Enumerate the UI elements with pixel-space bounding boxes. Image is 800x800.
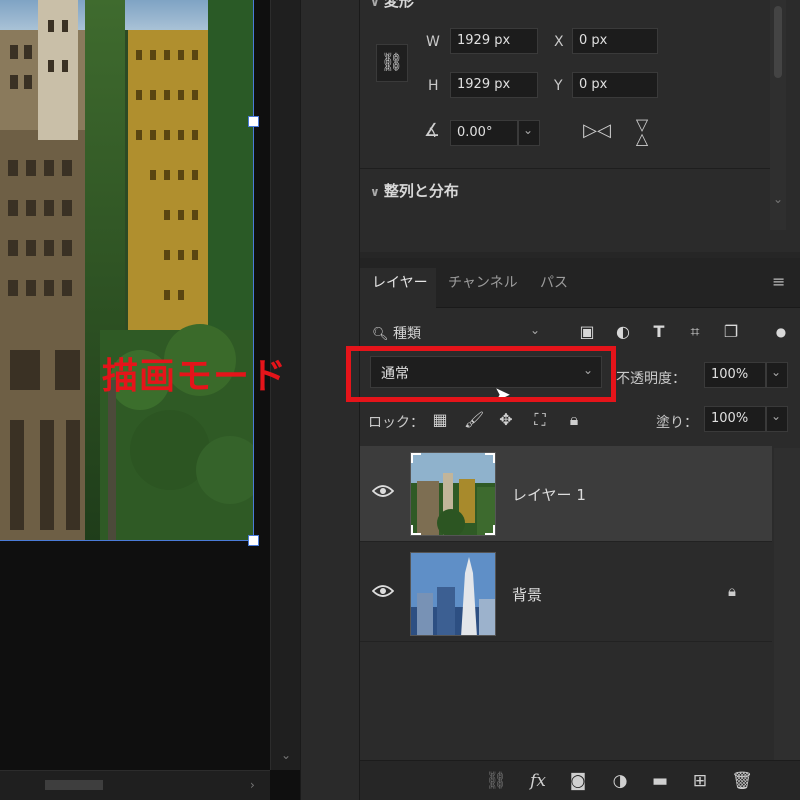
angle-icon: ∡	[423, 120, 441, 141]
layer-row[interactable]: 背景 🔒︎	[360, 546, 772, 642]
chevron-down-icon[interactable]: ⌄	[281, 748, 291, 762]
y-field[interactable]: 0 px	[572, 72, 658, 98]
document-image	[0, 0, 254, 540]
opacity-field[interactable]: 100%	[704, 362, 766, 388]
fill-dropdown[interactable]: ⌄	[766, 406, 788, 432]
lock-all-icon[interactable]: 🔒︎	[564, 410, 584, 430]
layer-name[interactable]: 背景	[512, 584, 542, 605]
trash-icon[interactable]: 🗑︎	[730, 769, 754, 793]
image-filter-icon[interactable]: ▣	[576, 321, 598, 343]
panel-menu-icon[interactable]: ≡	[772, 272, 785, 291]
link-layers-icon[interactable]: ⛓	[484, 769, 508, 793]
horizontal-scroll-thumb[interactable]	[45, 780, 103, 790]
layers-panel-tabs: レイヤー チャンネル パス ≡	[360, 258, 800, 308]
blend-mode-highlight-box	[346, 346, 616, 402]
selection-corner	[485, 453, 495, 463]
smart-object-filter-icon[interactable]: ❐	[720, 321, 742, 343]
type-filter-icon[interactable]: T	[648, 321, 670, 343]
transform-handle-right[interactable]	[248, 116, 259, 127]
filter-kind-label: 種類	[392, 326, 421, 342]
width-label: W	[426, 34, 440, 50]
tab-channels[interactable]: チャンネル	[440, 268, 530, 308]
opacity-dropdown[interactable]: ⌄	[766, 362, 788, 388]
link-icon[interactable]: ⛓	[376, 44, 408, 82]
search-icon: 🔍︎	[372, 327, 389, 342]
transform-handle-bottom-right[interactable]	[248, 535, 259, 546]
y-label: Y	[554, 78, 563, 94]
filter-kind-select[interactable]: 🔍︎ 種類 ⌄	[366, 319, 546, 347]
properties-scrollbar[interactable]: ⌄	[770, 0, 786, 230]
transform-section-title[interactable]: ∨ 変形	[370, 0, 414, 11]
eye-icon[interactable]	[372, 584, 394, 598]
lock-icon: 🔒︎	[728, 582, 736, 600]
x-label: X	[554, 34, 564, 50]
layer-name[interactable]: レイヤー 1	[512, 484, 586, 505]
chevron-down-icon: ∨	[370, 0, 384, 9]
height-label: H	[428, 78, 439, 94]
mask-icon[interactable]: ◙	[566, 769, 590, 793]
layer-row[interactable]: レイヤー 1	[360, 446, 772, 542]
align-section-title[interactable]: ∨ 整列と分布	[370, 180, 459, 201]
group-folder-icon[interactable]: ▬	[648, 769, 672, 793]
canvas-horizontal-scrollbar[interactable]: ›	[0, 770, 270, 800]
selection-corner	[411, 453, 421, 463]
lock-artboard-icon[interactable]: ⛶	[530, 410, 550, 430]
layers-scrollbar[interactable]	[774, 448, 800, 768]
lock-position-icon[interactable]: ✥	[496, 410, 516, 429]
document-canvas[interactable]: ⌄ ›	[0, 0, 300, 800]
annotation-label: 描画モード	[102, 356, 288, 397]
filter-toggle-icon[interactable]: ●	[770, 321, 792, 343]
lock-pixels-icon[interactable]: 🖌︎	[464, 410, 484, 429]
adjustment-layer-icon[interactable]: ◑	[608, 769, 632, 793]
selection-corner	[485, 525, 495, 535]
city-photo	[0, 0, 254, 540]
properties-scroll-thumb[interactable]	[774, 6, 782, 78]
eye-icon[interactable]	[372, 484, 394, 498]
new-layer-icon[interactable]: ⊞	[688, 769, 712, 793]
lock-label: ロック：	[368, 415, 424, 431]
section-divider	[360, 168, 770, 169]
fill-label: 塗り：	[656, 415, 698, 431]
chevron-down-icon: ∨	[370, 185, 384, 199]
tab-paths[interactable]: パス	[532, 268, 582, 308]
layers-footer-toolbar: ⛓ fx ◙ ◑ ▬ ⊞ 🗑︎	[360, 760, 800, 800]
adjustment-filter-icon[interactable]: ◐	[612, 321, 634, 343]
fx-icon[interactable]: fx	[526, 769, 550, 793]
lock-transparency-icon[interactable]: ▦	[430, 410, 450, 429]
bounding-box-right	[253, 0, 254, 541]
chevron-right-icon[interactable]: ›	[250, 778, 255, 792]
flip-vertical-icon[interactable]: ▽ △	[630, 117, 654, 147]
bounding-box-bottom	[0, 540, 254, 541]
height-field[interactable]: 1929 px	[450, 72, 538, 98]
width-field[interactable]: 1929 px	[450, 28, 538, 54]
chevron-down-icon: ⌄	[529, 323, 540, 337]
layers-panel: レイヤー チャンネル パス ≡ 🔍︎ 種類 ⌄ ▣ ◐ T ⌗ ❐ ● 通常 ⌄…	[360, 258, 800, 800]
tab-layers[interactable]: レイヤー	[360, 268, 436, 308]
opacity-label: 不透明度：	[616, 371, 686, 387]
properties-panel: ∨ 変形 ⛓ W 1929 px X 0 px H 1929 px Y 0 px…	[360, 0, 800, 252]
x-field[interactable]: 0 px	[572, 28, 658, 54]
selection-corner	[411, 525, 421, 535]
chevron-down-icon[interactable]: ⌄	[773, 192, 783, 206]
shape-filter-icon[interactable]: ⌗	[684, 321, 706, 343]
angle-dropdown[interactable]: ⌄	[518, 120, 540, 146]
angle-field[interactable]: 0.00°	[450, 120, 518, 146]
layer-thumbnail	[410, 452, 496, 536]
layer-thumbnail	[410, 552, 496, 636]
flip-horizontal-icon[interactable]: ▷◁	[582, 120, 612, 141]
fill-field[interactable]: 100%	[704, 406, 766, 432]
